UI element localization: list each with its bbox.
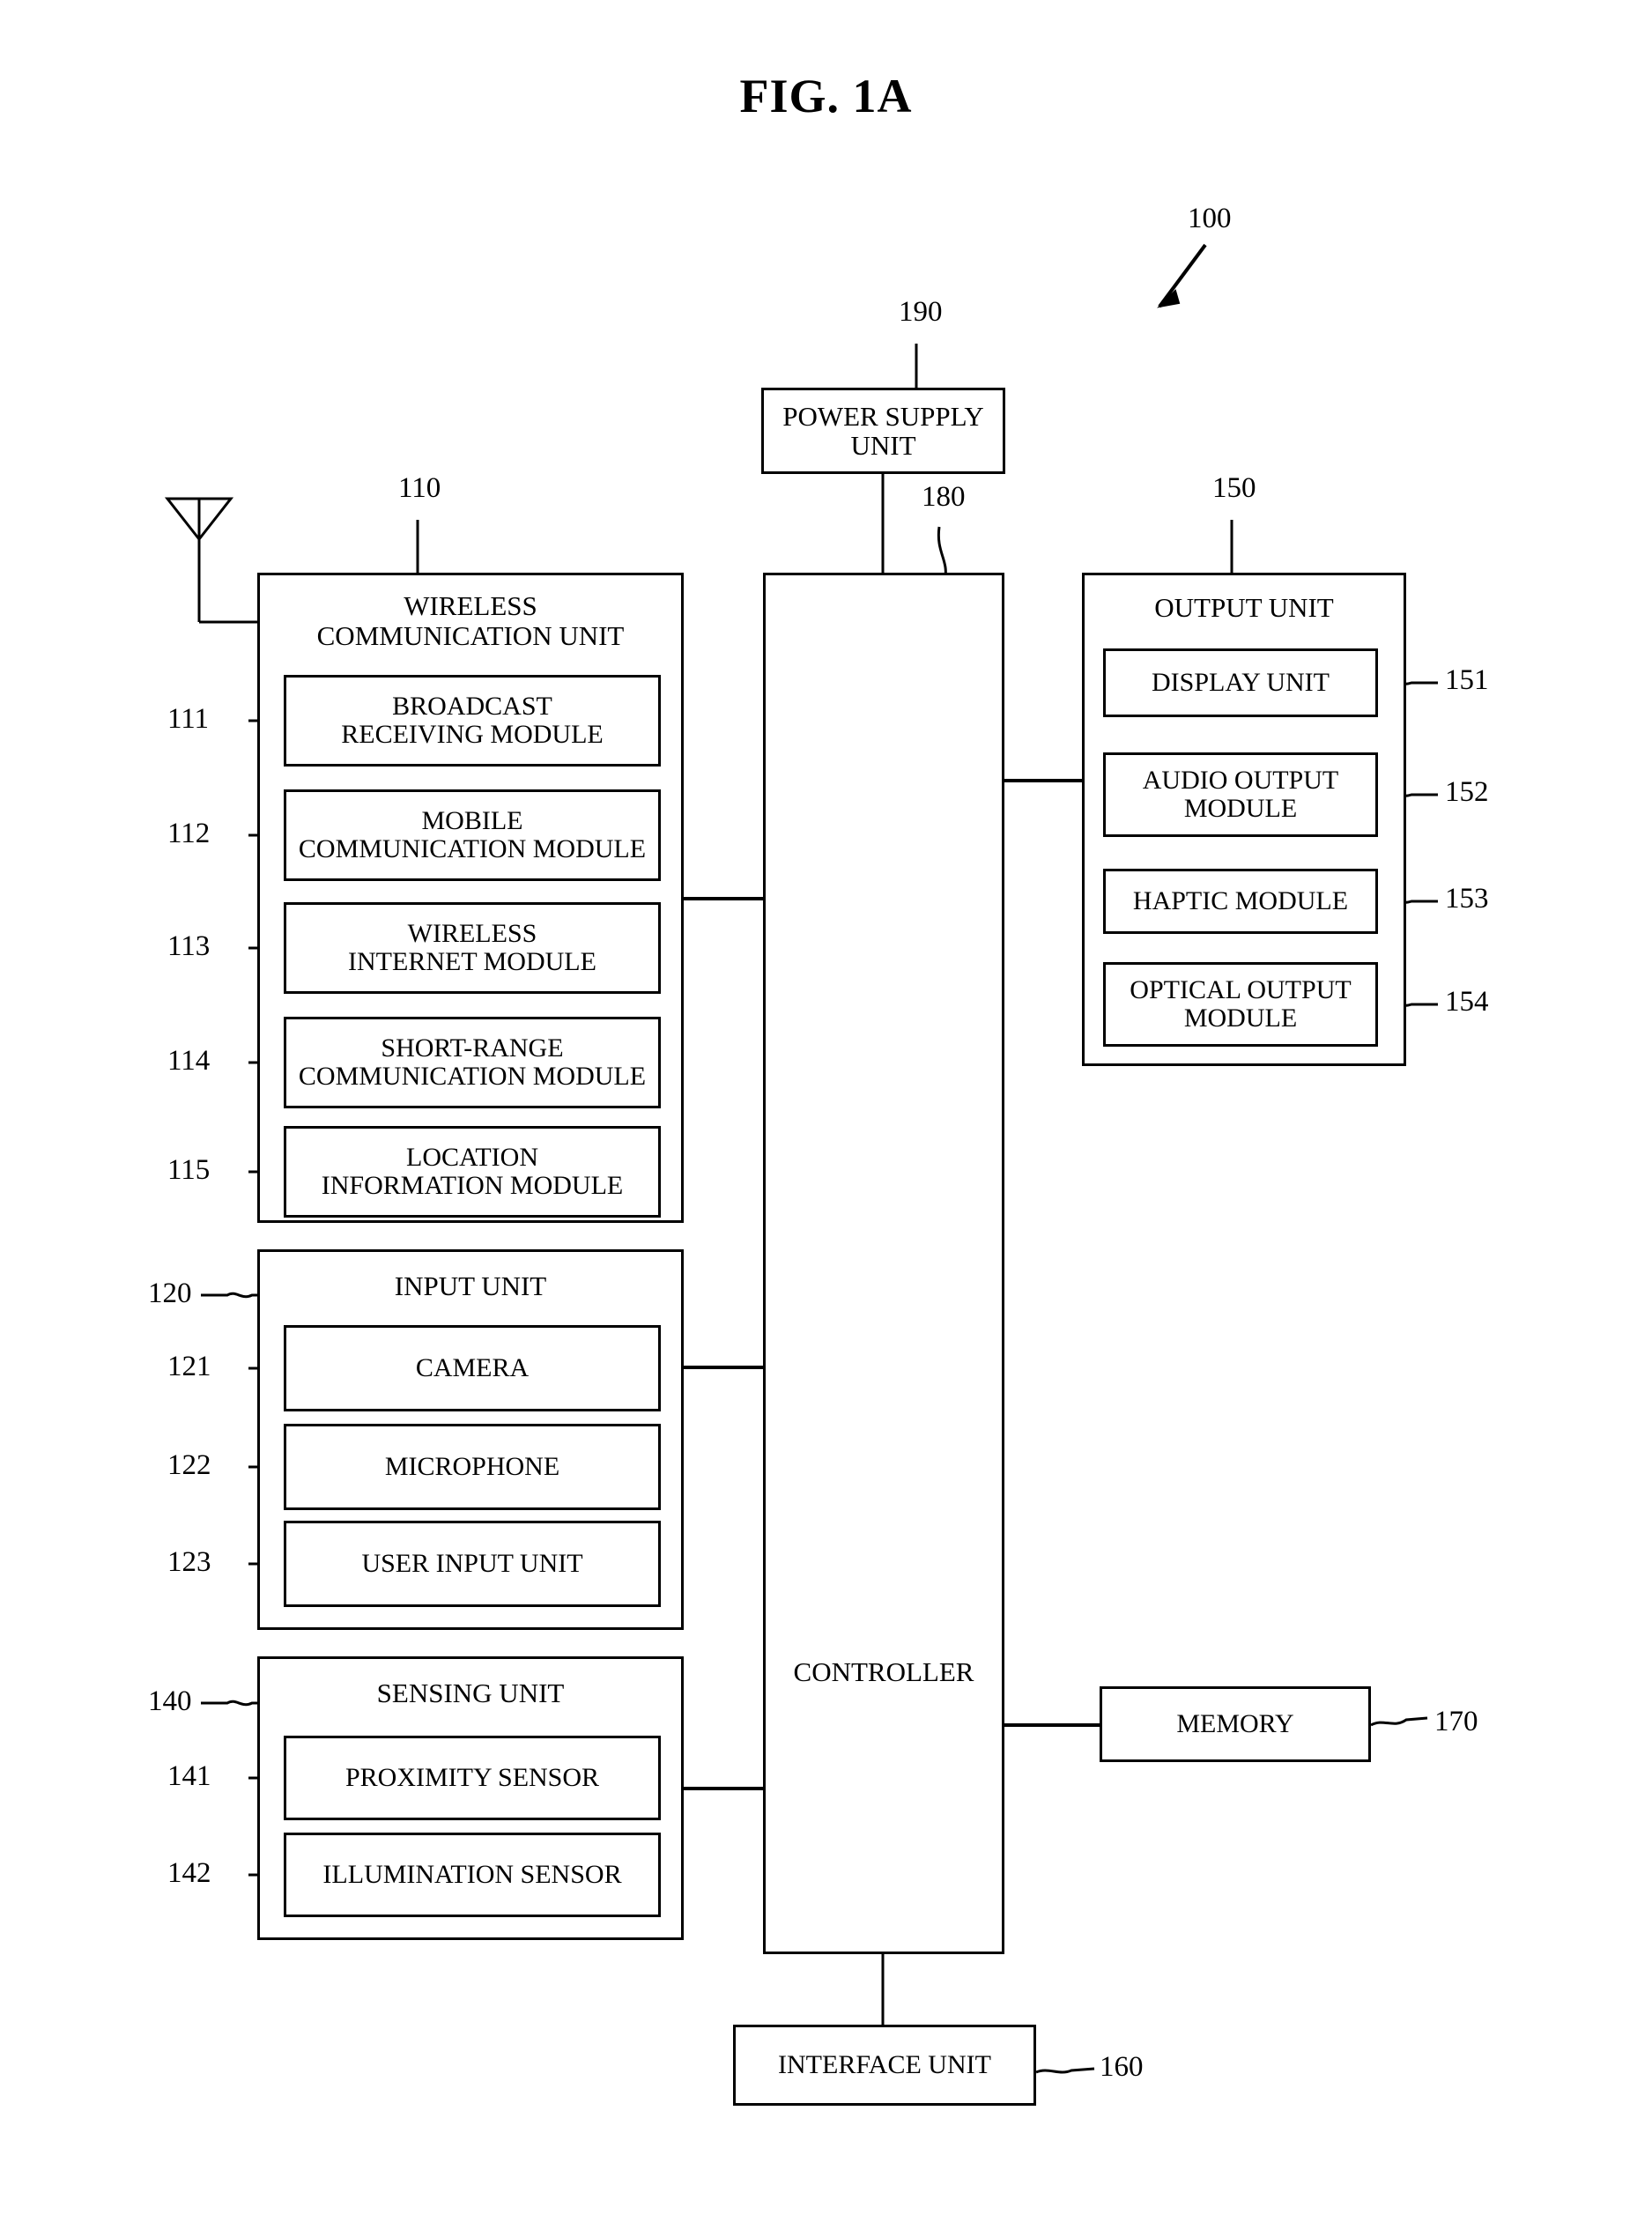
ref-broadcast-receiving-module-111: 111 (167, 703, 210, 735)
interface-unit-box[interactable]: INTERFACE UNIT (733, 2025, 1036, 2106)
audio-output-module-line2: MODULE (1183, 794, 1298, 823)
input-unit-title: INPUT UNIT (394, 1270, 547, 1301)
short-range-communication-module-line2: COMMUNICATION MODULE (298, 1062, 647, 1091)
output-unit-title: OUTPUT UNIT (1154, 592, 1334, 623)
microphone-label: MICROPHONE (384, 1451, 560, 1481)
ref-user-input-unit-123: 123 (167, 1546, 211, 1578)
location-information-module-line2: INFORMATION MODULE (321, 1171, 624, 1200)
audio-output-module-box[interactable]: AUDIO OUTPUT MODULE (1103, 752, 1378, 837)
haptic-module-box[interactable]: HAPTIC MODULE (1103, 869, 1378, 934)
short-range-communication-module-box[interactable]: SHORT-RANGE COMMUNICATION MODULE (284, 1017, 661, 1108)
ref-device-100: 100 (1188, 203, 1232, 234)
ref-proximity-sensor-141: 141 (167, 1760, 211, 1792)
power-supply-label-line2: UNIT (850, 430, 916, 461)
power-supply-label-line1: POWER SUPPLY (782, 400, 984, 432)
short-range-communication-module-line1: SHORT-RANGE (381, 1033, 564, 1063)
user-input-unit-label: USER INPUT UNIT (361, 1548, 583, 1578)
ref-memory-170: 170 (1434, 1706, 1478, 1737)
ref-wireless-communication-unit-110: 110 (398, 472, 441, 504)
haptic-module-label: HAPTIC MODULE (1132, 885, 1349, 915)
ref-input-unit-120: 120 (148, 1278, 192, 1309)
display-unit-box[interactable]: DISPLAY UNIT (1103, 648, 1378, 717)
optical-output-module-line1: OPTICAL OUTPUT (1130, 974, 1352, 1004)
microphone-box[interactable]: MICROPHONE (284, 1424, 661, 1510)
optical-output-module-line2: MODULE (1183, 1004, 1298, 1033)
user-input-unit-box[interactable]: USER INPUT UNIT (284, 1521, 661, 1607)
mobile-communication-module-line2: COMMUNICATION MODULE (298, 834, 647, 863)
display-unit-label: DISPLAY UNIT (1152, 667, 1330, 697)
wireless-unit-title-line1: WIRELESS (404, 590, 537, 621)
broadcast-receiving-module-line2: RECEIVING MODULE (341, 720, 604, 749)
ref-location-information-module-115: 115 (167, 1154, 211, 1186)
wireless-unit-title-line2: COMMUNICATION UNIT (316, 620, 625, 652)
ref-illumination-sensor-142: 142 (167, 1857, 211, 1889)
mobile-communication-module-line1: MOBILE (421, 805, 523, 835)
page-title: FIG. 1A (739, 70, 913, 122)
controller-box[interactable]: CONTROLLER (763, 573, 1004, 1954)
audio-output-module-line1: AUDIO OUTPUT (1142, 765, 1339, 795)
broadcast-receiving-module-line1: BROADCAST (392, 691, 552, 721)
interface-unit-label: INTERFACE UNIT (778, 2049, 991, 2079)
ref-wireless-internet-module-113: 113 (167, 930, 211, 962)
location-information-module-box[interactable]: LOCATION INFORMATION MODULE (284, 1126, 661, 1218)
ref-interface-unit-160: 160 (1100, 2051, 1144, 2083)
ref-power-supply-190: 190 (899, 296, 943, 328)
sensing-unit-title: SENSING UNIT (376, 1678, 565, 1708)
camera-box[interactable]: CAMERA (284, 1325, 661, 1411)
illumination-sensor-label: ILLUMINATION SENSOR (322, 1859, 622, 1889)
ref-haptic-module-153: 153 (1445, 883, 1489, 915)
proximity-sensor-label: PROXIMITY SENSOR (344, 1762, 600, 1792)
ref-microphone-122: 122 (167, 1449, 211, 1481)
memory-box[interactable]: MEMORY (1100, 1686, 1371, 1762)
controller-label: CONTROLLER (793, 1656, 974, 1687)
ref-output-unit-150: 150 (1212, 472, 1256, 504)
ref-camera-121: 121 (167, 1351, 211, 1382)
ref-display-unit-151: 151 (1445, 664, 1489, 696)
figure-page: FIG. 1A 100 190 POWER SUPPLY UNIT 180 CO… (0, 0, 1652, 2222)
illumination-sensor-box[interactable]: ILLUMINATION SENSOR (284, 1833, 661, 1917)
ref-audio-output-module-152: 152 (1445, 776, 1489, 808)
optical-output-module-box[interactable]: OPTICAL OUTPUT MODULE (1103, 962, 1378, 1047)
broadcast-receiving-module-box[interactable]: BROADCAST RECEIVING MODULE (284, 675, 661, 767)
ref-short-range-communication-module-114: 114 (167, 1045, 211, 1077)
ref-optical-output-module-154: 154 (1445, 986, 1489, 1018)
wireless-internet-module-line2: INTERNET MODULE (348, 947, 596, 976)
ref-mobile-communication-module-112: 112 (167, 818, 211, 849)
ref-controller-180: 180 (922, 481, 966, 513)
camera-label: CAMERA (415, 1352, 530, 1382)
wireless-internet-module-box[interactable]: WIRELESS INTERNET MODULE (284, 902, 661, 994)
wireless-internet-module-line1: WIRELESS (407, 918, 537, 948)
mobile-communication-module-box[interactable]: MOBILE COMMUNICATION MODULE (284, 789, 661, 881)
power-supply-unit-box[interactable]: POWER SUPPLY UNIT (761, 388, 1005, 474)
memory-label: MEMORY (1176, 1708, 1294, 1738)
ref-sensing-unit-140: 140 (148, 1685, 192, 1717)
proximity-sensor-box[interactable]: PROXIMITY SENSOR (284, 1736, 661, 1820)
location-information-module-line1: LOCATION (406, 1142, 538, 1172)
